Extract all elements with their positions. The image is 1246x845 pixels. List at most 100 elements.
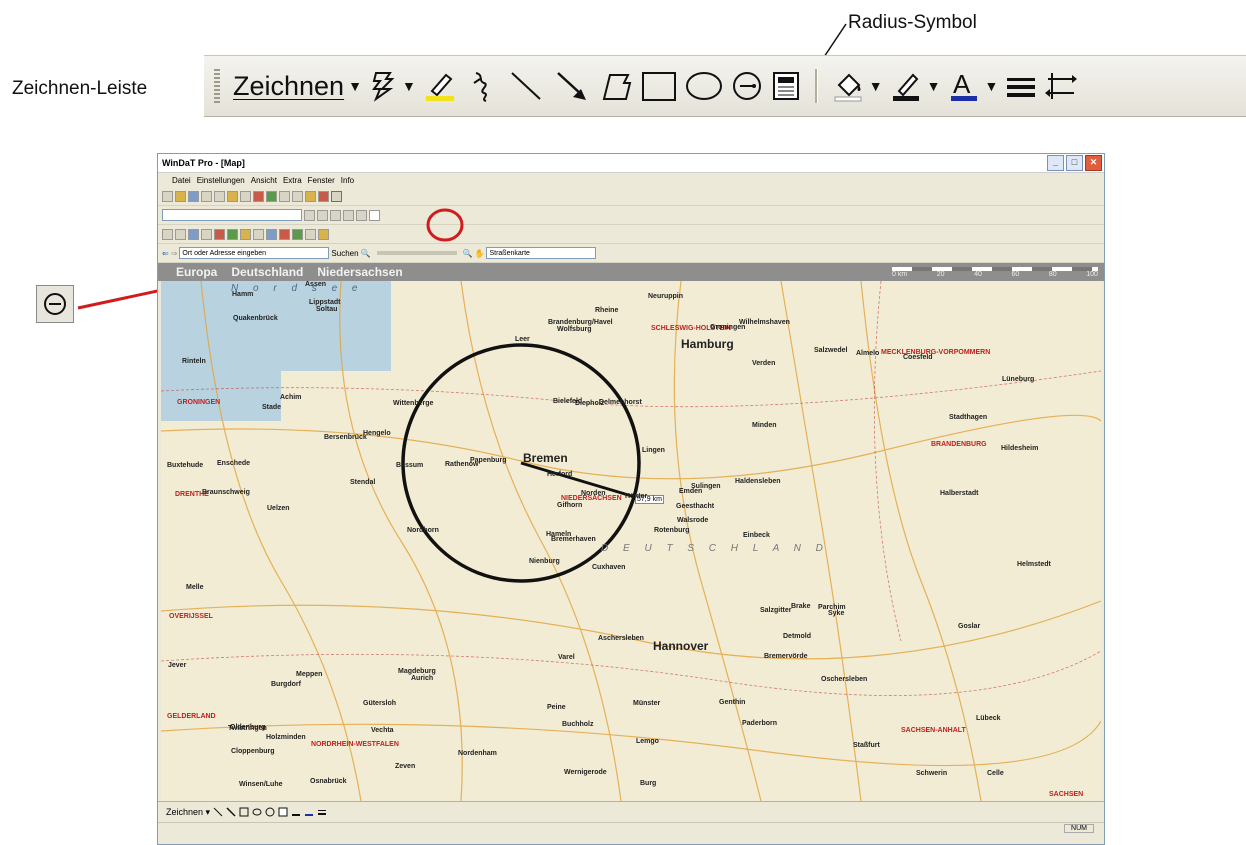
menu-item-extra[interactable]: Extra	[283, 176, 302, 185]
preview-icon[interactable]	[214, 190, 225, 202]
toolbar-grip[interactable]	[214, 69, 220, 103]
arrow-button[interactable]	[552, 62, 592, 110]
back-arrow-icon[interactable]: ⇐	[162, 249, 169, 258]
tool-icon[interactable]	[162, 228, 173, 240]
highlighter-button[interactable]	[422, 62, 458, 110]
breadcrumb-item[interactable]: Deutschland	[231, 265, 303, 279]
format-icon[interactable]	[356, 209, 367, 221]
town-label: Delmenhorst	[599, 399, 642, 406]
minimize-button[interactable]: _	[1047, 155, 1064, 171]
tool-icon[interactable]	[279, 228, 290, 240]
tool-icon[interactable]	[201, 228, 212, 240]
maximize-button[interactable]: □	[1066, 155, 1083, 171]
radius-icon[interactable]	[265, 807, 275, 817]
warning-icon[interactable]	[318, 190, 329, 202]
tool-icon[interactable]	[175, 228, 186, 240]
scale-label: 40	[974, 271, 982, 278]
tool-icon[interactable]	[279, 190, 290, 202]
menu-item-fenster[interactable]: Fenster	[308, 176, 335, 185]
tool-icon[interactable]	[240, 190, 251, 202]
breadcrumb-item[interactable]: Niedersachsen	[317, 265, 402, 279]
forward-arrow-icon[interactable]: ⇒	[171, 249, 178, 258]
tool-icon[interactable]	[188, 228, 199, 240]
line-icon[interactable]	[213, 807, 223, 817]
search-toolbar: ⇐ ⇒ Ort oder Adresse eingeben Suchen 🔍 🔍…	[158, 244, 1104, 263]
menu-item-datei[interactable]: Datei	[172, 176, 191, 185]
breadcrumb-item[interactable]: Europa	[176, 265, 217, 279]
search-button[interactable]: Suchen	[331, 249, 358, 258]
line-style-button[interactable]	[1004, 62, 1038, 110]
ellipse-icon[interactable]	[252, 807, 262, 817]
freeform-button[interactable]	[464, 62, 500, 110]
rectangle-button[interactable]	[640, 62, 678, 110]
map-type-value: Straßenkarte	[489, 250, 530, 257]
tool-icon[interactable]	[318, 228, 329, 240]
draw-menu-button-small[interactable]: Zeichnen ▾	[166, 807, 210, 818]
zoom-slider[interactable]	[376, 251, 457, 255]
radius-button[interactable]	[730, 62, 764, 110]
town-label: Magdeburg	[398, 668, 436, 675]
line-color-button[interactable]: ▼	[889, 62, 941, 110]
save-icon[interactable]	[188, 190, 199, 202]
font-select[interactable]	[162, 209, 302, 221]
arrow-icon[interactable]	[226, 807, 236, 817]
radius-callout-label: Radius-Symbol	[848, 12, 977, 33]
town-label: Wittenberge	[393, 400, 434, 407]
rectangle-icon[interactable]	[239, 807, 249, 817]
town-label: Syke	[828, 610, 845, 617]
menu-item-einstellungen[interactable]: Einstellungen	[197, 176, 245, 185]
line-button[interactable]	[506, 62, 546, 110]
tool-icon[interactable]	[240, 228, 251, 240]
hand-icon[interactable]: ✋	[474, 249, 484, 258]
arrow-style-icon	[1045, 73, 1078, 99]
city-label: Hamburg	[681, 337, 734, 351]
tool-icon[interactable]	[266, 228, 277, 240]
zoom-out-icon[interactable]: 🔍	[361, 249, 371, 258]
polygon-button[interactable]	[598, 62, 634, 110]
print-icon[interactable]	[201, 190, 212, 202]
tool-icon[interactable]	[227, 228, 238, 240]
autoshapes-button[interactable]: ▼	[368, 62, 416, 110]
town-label: Nordhorn	[407, 527, 439, 534]
help-icon[interactable]	[305, 190, 316, 202]
town-label: Genthin	[719, 699, 746, 706]
format-icon[interactable]	[330, 209, 341, 221]
tool-icon[interactable]	[292, 228, 303, 240]
draw-menu-button[interactable]: Zeichnen ▼	[233, 62, 362, 110]
line-style-icon[interactable]	[317, 807, 327, 817]
map-type-select[interactable]: Straßenkarte	[486, 247, 597, 259]
tool-icon[interactable]	[253, 228, 264, 240]
tool-icon[interactable]	[305, 228, 316, 240]
tool-icon[interactable]	[253, 190, 264, 202]
map-canvas[interactable]: N o r d s e e D E U T S C H L A N D Hamb…	[161, 281, 1101, 801]
radius-icon[interactable]	[369, 209, 380, 221]
tool-icon[interactable]	[292, 190, 303, 202]
radius-icon	[732, 72, 761, 100]
fill-color-button[interactable]: ▼	[831, 62, 883, 110]
zoom-in-icon[interactable]: 🔍	[463, 249, 473, 258]
new-icon[interactable]	[162, 190, 173, 202]
line-color-icon[interactable]	[291, 807, 301, 817]
open-icon[interactable]	[175, 190, 186, 202]
tool-icon[interactable]	[214, 228, 225, 240]
font-color-icon[interactable]	[304, 807, 314, 817]
address-input[interactable]: Ort oder Adresse eingeben	[179, 247, 330, 259]
textbox-button[interactable]	[770, 62, 802, 110]
line-icon	[511, 72, 541, 100]
format-icon[interactable]	[343, 209, 354, 221]
map-toolbar	[158, 225, 1104, 244]
ellipse-button[interactable]	[684, 62, 724, 110]
town-label: Almelo	[856, 350, 880, 357]
folder-icon[interactable]	[227, 190, 238, 202]
font-color-button[interactable]: A ▼	[947, 62, 998, 110]
menu-item-info[interactable]: Info	[341, 176, 354, 185]
format-icon[interactable]	[304, 209, 315, 221]
town-label: Oschersleben	[821, 676, 868, 683]
close-button[interactable]: ✕	[1085, 155, 1102, 171]
textbox-icon[interactable]	[278, 807, 288, 817]
tool-icon[interactable]	[266, 190, 277, 202]
info-icon[interactable]	[331, 190, 342, 202]
arrow-style-button[interactable]	[1044, 62, 1078, 110]
menu-item-ansicht[interactable]: Ansicht	[251, 176, 277, 185]
format-icon[interactable]	[317, 209, 328, 221]
